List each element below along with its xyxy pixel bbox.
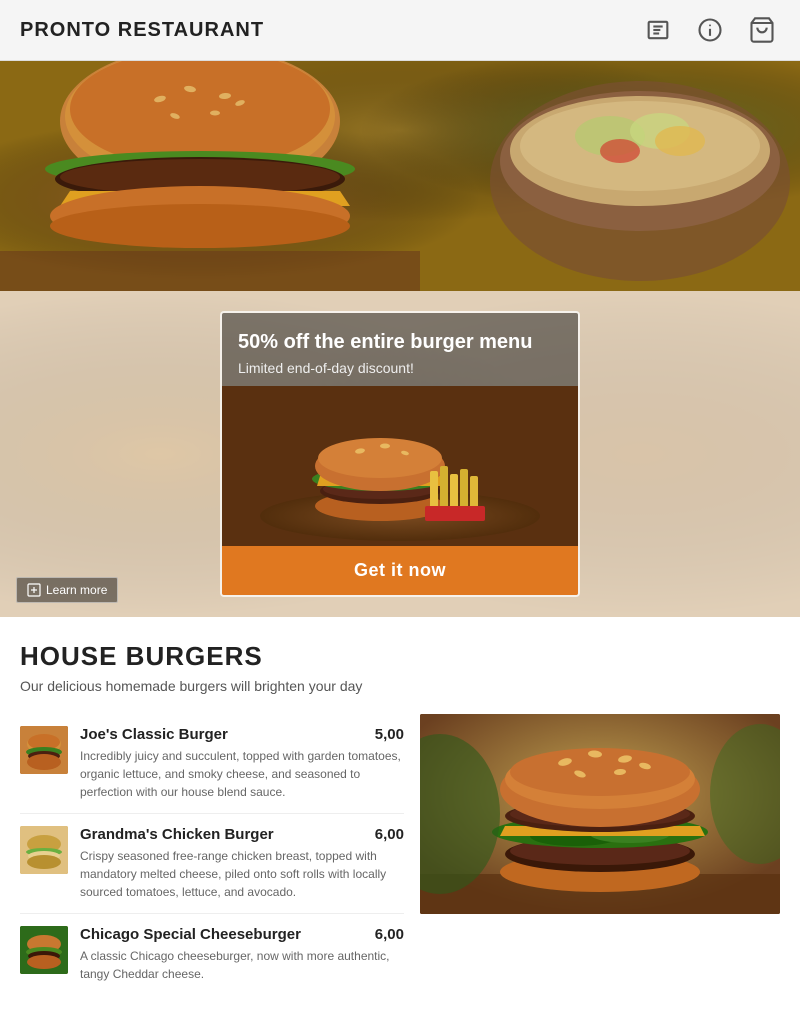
burger-photo-inner bbox=[420, 714, 780, 914]
item-info: Joe's Classic Burger 5,00 Incredibly jui… bbox=[80, 726, 404, 801]
menu-content: Joe's Classic Burger 5,00 Incredibly jui… bbox=[20, 714, 780, 995]
menu-items-list: Joe's Classic Burger 5,00 Incredibly jui… bbox=[20, 714, 404, 995]
promo-subtitle: Limited end-of-day discount! bbox=[238, 360, 562, 376]
item-description: A classic Chicago cheeseburger, now with… bbox=[80, 947, 404, 983]
promo-card-top: 50% off the entire burger menu Limited e… bbox=[222, 313, 578, 386]
item-price: 6,00 bbox=[375, 926, 404, 943]
app-header: PRONTO RESTAURANT bbox=[0, 0, 800, 61]
item-thumbnail bbox=[20, 926, 68, 974]
item-thumbnail bbox=[20, 826, 68, 874]
item-name: Joe's Classic Burger bbox=[80, 726, 228, 743]
item-name: Grandma's Chicken Burger bbox=[80, 826, 274, 843]
menu-item[interactable]: Joe's Classic Burger 5,00 Incredibly jui… bbox=[20, 714, 404, 814]
app-title: PRONTO RESTAURANT bbox=[20, 19, 264, 42]
item-name: Chicago Special Cheeseburger bbox=[80, 926, 301, 943]
cart-icon[interactable] bbox=[744, 12, 780, 48]
item-header: Joe's Classic Burger 5,00 bbox=[80, 726, 404, 743]
promo-card: 50% off the entire burger menu Limited e… bbox=[220, 311, 580, 597]
section-title: HOUSE BURGERS bbox=[20, 641, 780, 672]
item-price: 5,00 bbox=[375, 726, 404, 743]
hero-image bbox=[0, 61, 800, 291]
menu-item[interactable]: Chicago Special Cheeseburger 6,00 A clas… bbox=[20, 914, 404, 995]
item-header: Grandma's Chicken Burger 6,00 bbox=[80, 826, 404, 843]
get-it-now-button[interactable]: Get it now bbox=[222, 546, 578, 595]
burger-photo-background bbox=[420, 714, 780, 914]
item-info: Grandma's Chicken Burger 6,00 Crispy sea… bbox=[80, 826, 404, 901]
section-image bbox=[420, 714, 780, 914]
item-thumbnail bbox=[20, 726, 68, 774]
menu-item[interactable]: Grandma's Chicken Burger 6,00 Crispy sea… bbox=[20, 814, 404, 914]
header-icons bbox=[640, 12, 780, 48]
item-price: 6,00 bbox=[375, 826, 404, 843]
menu-section: HOUSE BURGERS Our delicious homemade bur… bbox=[0, 617, 800, 1015]
promo-image bbox=[222, 386, 578, 546]
section-description: Our delicious homemade burgers will brig… bbox=[20, 678, 780, 694]
learn-more-button[interactable]: Learn more bbox=[16, 577, 118, 603]
item-header: Chicago Special Cheeseburger 6,00 bbox=[80, 926, 404, 943]
promo-headline: 50% off the entire burger menu bbox=[238, 331, 562, 354]
item-description: Crispy seasoned free-range chicken breas… bbox=[80, 847, 404, 901]
menu-icon[interactable] bbox=[640, 12, 676, 48]
hero-background bbox=[0, 61, 800, 291]
banner-section: 50% off the entire burger menu Limited e… bbox=[0, 291, 800, 617]
learn-more-label: Learn more bbox=[46, 583, 107, 597]
item-info: Chicago Special Cheeseburger 6,00 A clas… bbox=[80, 926, 404, 983]
info-icon[interactable] bbox=[692, 12, 728, 48]
item-description: Incredibly juicy and succulent, topped w… bbox=[80, 747, 404, 801]
